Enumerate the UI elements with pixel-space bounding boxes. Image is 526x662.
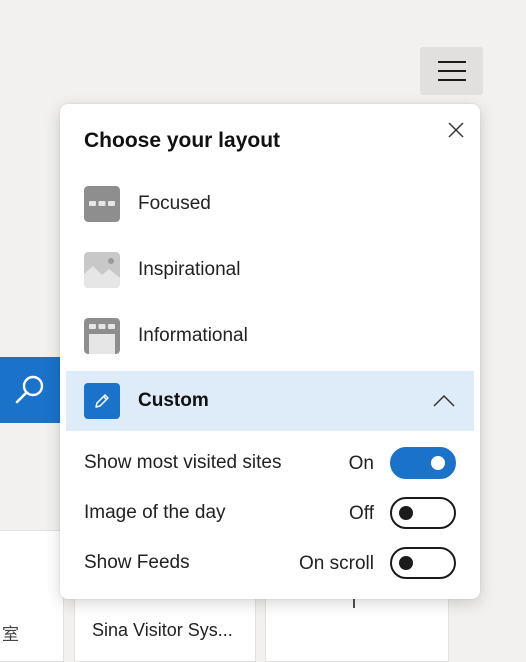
focused-layout-icon	[84, 186, 120, 222]
toggle-knob	[399, 556, 413, 570]
setting-state: On	[348, 453, 374, 474]
image-of-the-day-toggle[interactable]	[390, 497, 456, 529]
search-button[interactable]	[0, 357, 60, 423]
menu-button[interactable]	[420, 47, 483, 95]
setting-state: Off	[349, 503, 374, 524]
layout-option-label: Inspirational	[138, 259, 241, 280]
toggle-knob	[431, 456, 445, 470]
setting-label: Image of the day	[84, 502, 226, 523]
toggle-knob	[399, 506, 413, 520]
show-feeds-toggle[interactable]	[390, 547, 456, 579]
setting-state: On scroll	[299, 553, 374, 574]
layout-panel: Choose your layout Focused Inspirational…	[60, 104, 480, 599]
inspirational-layout-icon	[84, 252, 120, 288]
setting-show-feeds: Show Feeds On scroll	[60, 545, 480, 581]
setting-label: Show Feeds	[84, 552, 190, 573]
setting-image-of-the-day: Image of the day Off	[60, 495, 480, 531]
informational-layout-icon	[84, 318, 120, 354]
layout-option-label: Focused	[138, 193, 211, 214]
layout-option-focused[interactable]: Focused	[60, 174, 480, 234]
search-icon	[15, 375, 44, 404]
setting-label: Show most visited sites	[84, 452, 282, 473]
setting-most-visited-sites: Show most visited sites On	[60, 445, 480, 481]
chevron-up-icon[interactable]	[432, 391, 456, 411]
layout-option-label: Informational	[138, 325, 248, 346]
close-icon	[448, 122, 464, 138]
card-title[interactable]: Sina Visitor Sys...	[92, 620, 233, 641]
layout-option-custom[interactable]: Custom	[66, 371, 474, 431]
layout-option-informational[interactable]: Informational	[60, 306, 480, 366]
close-button[interactable]	[442, 116, 470, 144]
most-visited-sites-toggle[interactable]	[390, 447, 456, 479]
background-char: 室	[2, 625, 19, 645]
layout-option-inspirational[interactable]: Inspirational	[60, 240, 480, 300]
pencil-icon	[84, 383, 120, 419]
hamburger-icon	[437, 61, 466, 81]
layout-option-label: Custom	[138, 390, 209, 411]
panel-title: Choose your layout	[84, 129, 281, 152]
